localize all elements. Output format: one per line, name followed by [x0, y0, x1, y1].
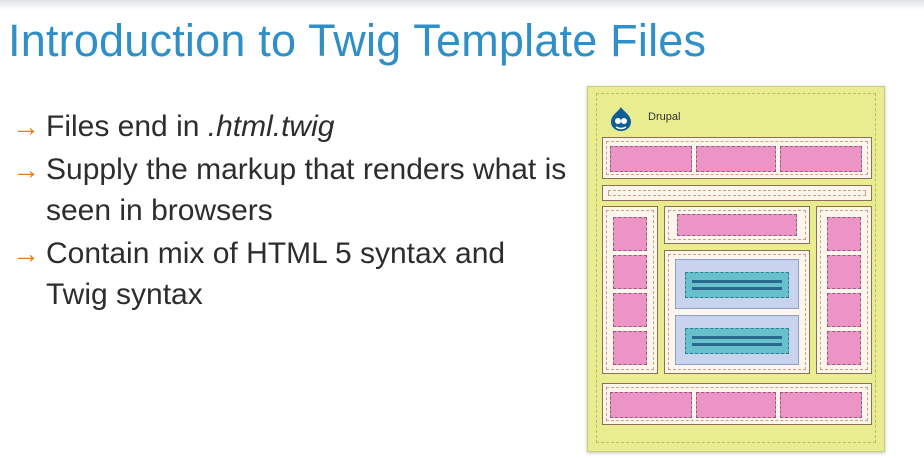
sidebar-block	[613, 255, 647, 289]
drupal-drop-icon	[611, 107, 631, 131]
main-content-region	[664, 250, 810, 374]
footer-block	[610, 392, 692, 418]
bullet-list: → Files end in .html.twig → Supply the m…	[12, 106, 572, 317]
bullet-text: Files end in .html.twig	[46, 106, 334, 147]
node-block	[675, 315, 799, 365]
sidebar-block	[613, 217, 647, 251]
navigation-region	[602, 185, 872, 201]
sidebar-block	[827, 331, 861, 365]
header-region	[602, 137, 872, 179]
sidebar-block	[827, 293, 861, 327]
node-block	[675, 259, 799, 309]
content-top-block	[677, 214, 797, 236]
bullet-text: Contain mix of HTML 5 syntax and Twig sy…	[46, 237, 506, 311]
top-band	[0, 0, 924, 10]
sidebar-block	[613, 331, 647, 365]
bullet-text: Supply the markup that renders what is s…	[46, 153, 567, 227]
bullet-text-plain: Files end in	[46, 110, 208, 143]
bullet-text-emphasis: .html.twig	[207, 110, 335, 143]
bullet-item: → Files end in .html.twig	[12, 106, 572, 147]
slide-title: Introduction to Twig Template Files	[8, 15, 707, 66]
brand-label: Drupal	[648, 111, 681, 123]
footer-region	[602, 383, 872, 425]
sidebar-block	[827, 217, 861, 251]
content-top-region	[664, 206, 810, 244]
arrow-right-icon: →	[12, 238, 40, 269]
sidebar-block	[827, 255, 861, 289]
right-sidebar-region	[816, 206, 872, 374]
sidebar-block	[613, 293, 647, 327]
footer-block	[780, 392, 862, 418]
footer-block	[696, 392, 776, 418]
page-layout-illustration: Drupal	[587, 86, 885, 452]
header-block	[696, 146, 776, 172]
arrow-right-icon: →	[12, 111, 40, 142]
header-block	[780, 146, 862, 172]
bullet-item: → Contain mix of HTML 5 syntax and Twig …	[12, 233, 572, 315]
field-block	[685, 328, 789, 354]
bullet-item: → Supply the markup that renders what is…	[12, 149, 572, 231]
arrow-right-icon: →	[12, 154, 40, 185]
header-block	[610, 146, 692, 172]
left-sidebar-region	[602, 206, 658, 374]
field-block	[685, 272, 789, 298]
